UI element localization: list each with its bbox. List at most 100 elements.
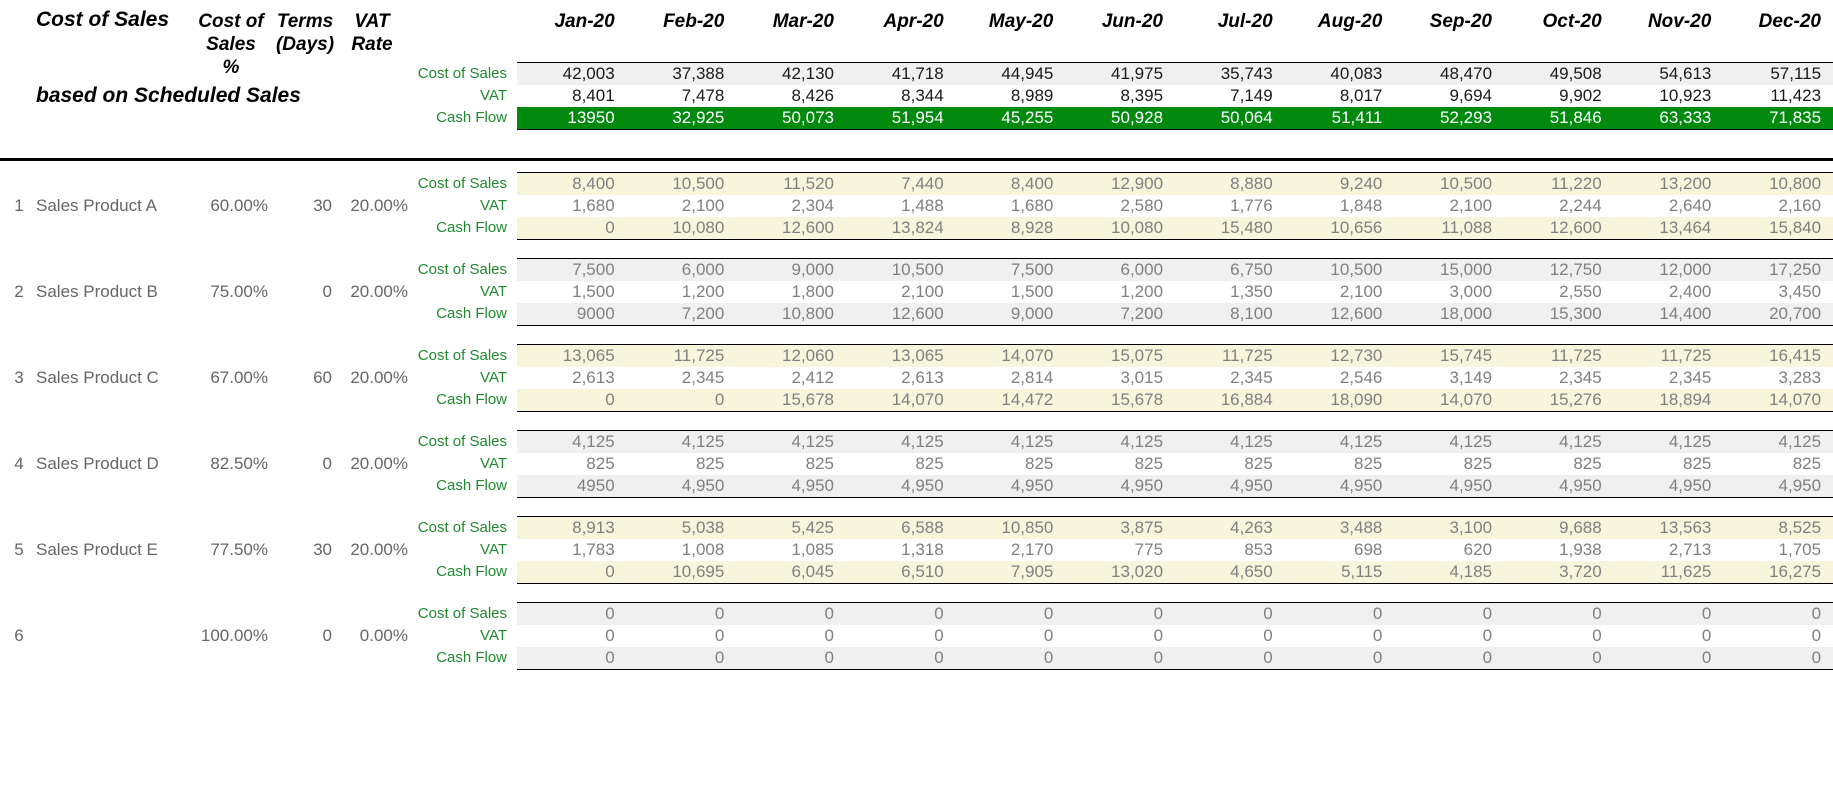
cell[interactable]: 825 <box>517 453 627 475</box>
cell[interactable]: 4,125 <box>846 431 956 453</box>
cell[interactable]: 11,725 <box>1614 345 1724 367</box>
cell[interactable]: 0 <box>1723 625 1833 647</box>
cell[interactable]: 11,088 <box>1394 217 1504 239</box>
cell[interactable]: 7,149 <box>1175 85 1285 107</box>
cell[interactable]: 3,875 <box>1065 517 1175 539</box>
cell[interactable]: 1,318 <box>846 539 956 561</box>
cell[interactable]: 51,954 <box>846 107 956 129</box>
cell[interactable]: 8,913 <box>517 517 627 539</box>
cell[interactable]: 4,950 <box>1504 475 1614 497</box>
cell[interactable]: 4,950 <box>1065 475 1175 497</box>
cell[interactable]: 6,750 <box>1175 259 1285 281</box>
cell[interactable]: 32,925 <box>627 107 737 129</box>
cell[interactable]: 15,678 <box>1065 389 1175 411</box>
cell[interactable]: 4,950 <box>1723 475 1833 497</box>
cell[interactable]: 2,546 <box>1285 367 1395 389</box>
cell[interactable]: 0 <box>1614 625 1724 647</box>
cell[interactable]: 15,300 <box>1504 303 1614 325</box>
cell[interactable]: 3,149 <box>1394 367 1504 389</box>
cell[interactable]: 9,688 <box>1504 517 1614 539</box>
cell[interactable]: 10,500 <box>1285 259 1395 281</box>
cell[interactable]: 4,950 <box>956 475 1066 497</box>
cell[interactable]: 4,950 <box>736 475 846 497</box>
cell[interactable]: 0 <box>627 625 737 647</box>
cell[interactable]: 4,125 <box>1394 431 1504 453</box>
cell[interactable]: 825 <box>1285 453 1395 475</box>
cell[interactable]: 0 <box>1065 647 1175 669</box>
cell[interactable]: 12,600 <box>1504 217 1614 239</box>
cell[interactable]: 49,508 <box>1504 63 1614 85</box>
cell[interactable]: 1,848 <box>1285 195 1395 217</box>
cell[interactable]: 42,003 <box>517 63 627 85</box>
cell[interactable]: 0 <box>1394 625 1504 647</box>
cell[interactable]: 0 <box>1285 625 1395 647</box>
cell[interactable]: 2,345 <box>1504 367 1614 389</box>
cell[interactable]: 13,824 <box>846 217 956 239</box>
cell[interactable]: 8,400 <box>956 173 1066 195</box>
cell[interactable]: 0 <box>1175 625 1285 647</box>
cell[interactable]: 1,783 <box>517 539 627 561</box>
cell[interactable]: 40,083 <box>1285 63 1395 85</box>
product-name[interactable]: Sales Product A <box>36 195 196 217</box>
cell[interactable]: 20,700 <box>1723 303 1833 325</box>
cell[interactable]: 14,070 <box>1723 389 1833 411</box>
product-cost-of-sales-pct[interactable]: 60.00% <box>190 195 268 217</box>
product-terms-days[interactable]: 0 <box>274 281 332 303</box>
cell[interactable]: 7,200 <box>627 303 737 325</box>
cell[interactable]: 10,500 <box>846 259 956 281</box>
cell[interactable]: 11,220 <box>1504 173 1614 195</box>
cell[interactable]: 0 <box>1723 647 1833 669</box>
cell[interactable]: 7,478 <box>627 85 737 107</box>
cell[interactable]: 1,776 <box>1175 195 1285 217</box>
cell[interactable]: 8,401 <box>517 85 627 107</box>
cell[interactable]: 9,000 <box>736 259 846 281</box>
cell[interactable]: 4,125 <box>1723 431 1833 453</box>
cell[interactable]: 4950 <box>517 475 627 497</box>
cell[interactable]: 2,244 <box>1504 195 1614 217</box>
cell[interactable]: 10,500 <box>1394 173 1504 195</box>
cell[interactable]: 35,743 <box>1175 63 1285 85</box>
cell[interactable]: 18,090 <box>1285 389 1395 411</box>
cell[interactable]: 4,950 <box>846 475 956 497</box>
cell[interactable]: 9,240 <box>1285 173 1395 195</box>
cell[interactable]: 4,185 <box>1394 561 1504 583</box>
cell[interactable]: 12,600 <box>846 303 956 325</box>
cell[interactable]: 7,905 <box>956 561 1066 583</box>
cell[interactable]: 0 <box>846 647 956 669</box>
cell[interactable]: 10,800 <box>736 303 846 325</box>
cell[interactable]: 50,064 <box>1175 107 1285 129</box>
cell[interactable]: 3,488 <box>1285 517 1395 539</box>
cell[interactable]: 0 <box>1065 625 1175 647</box>
cell[interactable]: 13,065 <box>846 345 956 367</box>
cell[interactable]: 4,950 <box>1175 475 1285 497</box>
cell[interactable]: 63,333 <box>1614 107 1724 129</box>
cell[interactable]: 17,250 <box>1723 259 1833 281</box>
cell[interactable]: 825 <box>956 453 1066 475</box>
cell[interactable]: 12,000 <box>1614 259 1724 281</box>
cell[interactable]: 825 <box>627 453 737 475</box>
cell[interactable]: 0 <box>517 217 627 239</box>
cell[interactable]: 15,075 <box>1065 345 1175 367</box>
cell[interactable]: 0 <box>956 647 1066 669</box>
cell[interactable]: 12,060 <box>736 345 846 367</box>
cell[interactable]: 0 <box>1614 647 1724 669</box>
cell[interactable]: 698 <box>1285 539 1395 561</box>
cell[interactable]: 18,000 <box>1394 303 1504 325</box>
cell[interactable]: 2,345 <box>1175 367 1285 389</box>
cell[interactable]: 13,464 <box>1614 217 1724 239</box>
product-name[interactable]: Sales Product C <box>36 367 196 389</box>
cell[interactable]: 0 <box>736 603 846 625</box>
cell[interactable]: 9,902 <box>1504 85 1614 107</box>
cell[interactable]: 41,975 <box>1065 63 1175 85</box>
cell[interactable]: 4,125 <box>1175 431 1285 453</box>
cell[interactable]: 4,125 <box>517 431 627 453</box>
cell[interactable]: 51,846 <box>1504 107 1614 129</box>
product-name[interactable]: Sales Product B <box>36 281 196 303</box>
cell[interactable]: 11,423 <box>1723 85 1833 107</box>
cell[interactable]: 1,680 <box>956 195 1066 217</box>
cell[interactable]: 1,200 <box>627 281 737 303</box>
product-cost-of-sales-pct[interactable]: 77.50% <box>190 539 268 561</box>
cell[interactable]: 11,520 <box>736 173 846 195</box>
cell[interactable]: 825 <box>846 453 956 475</box>
cell[interactable]: 8,989 <box>956 85 1066 107</box>
